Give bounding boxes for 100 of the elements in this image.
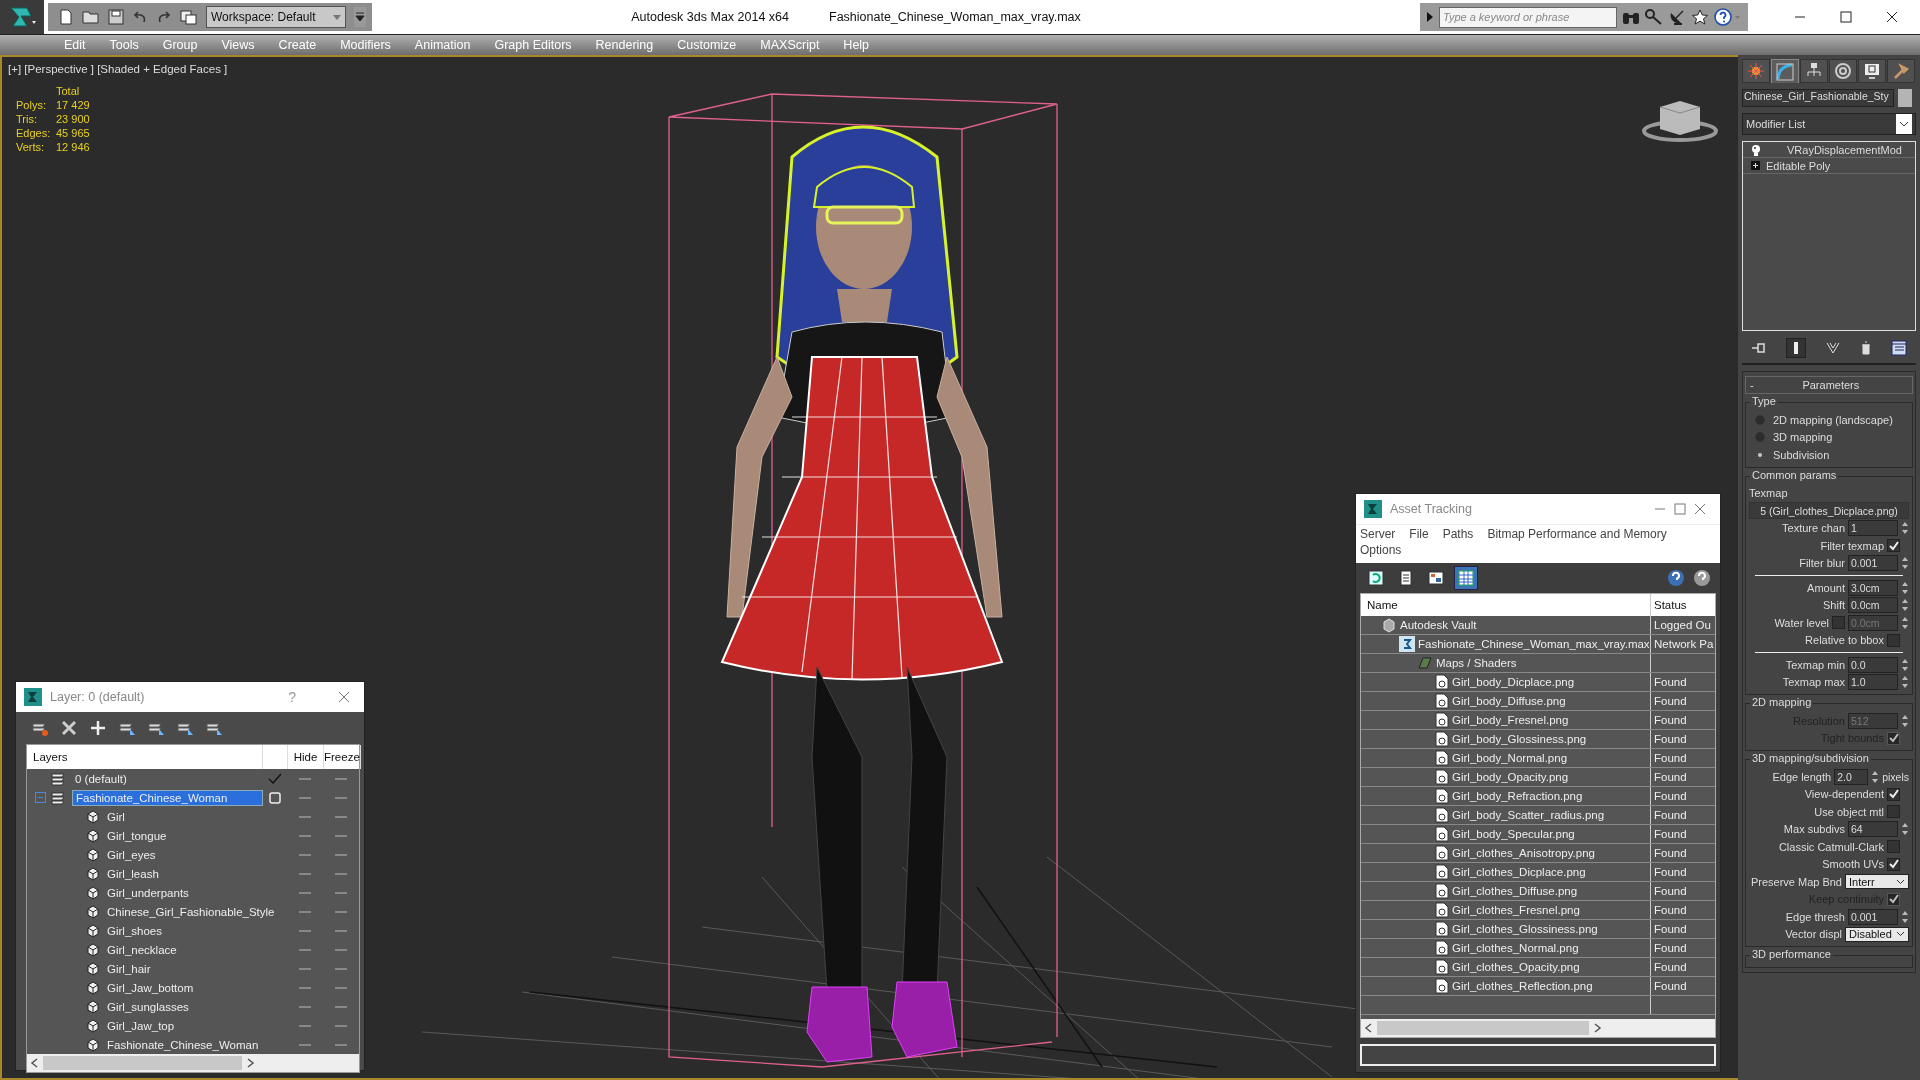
checkbox[interactable] — [1887, 787, 1900, 801]
object-name[interactable]: Girl_shoes — [104, 923, 165, 938]
object-name[interactable]: Girl_hair — [104, 961, 154, 976]
spinner-field[interactable]: 3.0cm — [1848, 579, 1898, 596]
rollout-header[interactable]: - Parameters — [1745, 376, 1913, 394]
checkbox[interactable] — [1887, 539, 1900, 553]
asset-name[interactable]: Girl_body_Glossiness.png — [1452, 733, 1587, 745]
horizontal-scrollbar[interactable] — [1361, 1019, 1715, 1037]
asset-name[interactable]: Maps / Shaders — [1436, 657, 1517, 669]
dropdown[interactable]: Disabled — [1845, 926, 1909, 942]
asset-name[interactable]: Girl_body_Diffuse.png — [1452, 695, 1566, 707]
trash-icon[interactable] — [1859, 341, 1872, 355]
menu-item[interactable]: Options — [1360, 543, 1402, 557]
hide-toggle[interactable] — [298, 853, 311, 856]
asset-name[interactable]: Autodesk Vault — [1400, 619, 1477, 631]
current-layer-toggle-icon[interactable] — [269, 791, 281, 804]
asset-name[interactable]: Girl_clothes_Opacity.png — [1452, 961, 1580, 973]
checkbox-label[interactable]: Smooth UVs — [1822, 858, 1884, 871]
radio-label[interactable]: Subdivision — [1773, 448, 1830, 461]
freeze-toggle[interactable] — [334, 834, 347, 837]
radio-label[interactable]: 2D mapping (landscape) — [1773, 413, 1893, 426]
freeze-toggle[interactable] — [334, 815, 347, 818]
hierarchy-tab[interactable] — [1800, 59, 1828, 83]
freeze-toggle[interactable] — [334, 891, 347, 894]
search-field[interactable]: Type a keyword or phrase — [1439, 6, 1617, 28]
spinner-field[interactable]: 0.0cm — [1848, 597, 1898, 614]
object-name[interactable]: Girl_necklace — [104, 942, 180, 957]
modifier-name[interactable]: VRayDisplacementMod — [1787, 143, 1902, 156]
object-color-swatch[interactable] — [1898, 89, 1912, 107]
asset-name[interactable]: Girl_body_Fresnel.png — [1452, 714, 1569, 726]
checkbox-label[interactable]: Classic Catmull-Clark — [1778, 840, 1884, 853]
delete-icon[interactable] — [59, 718, 79, 738]
layer-name[interactable]: 0 (default) — [72, 771, 130, 786]
checkbox-label[interactable]: Use object mtl — [1814, 805, 1884, 818]
hide-toggle[interactable] — [298, 1024, 311, 1027]
project-folder-icon[interactable] — [180, 9, 198, 25]
menu-item[interactable]: File — [1409, 527, 1429, 541]
hide-toggle[interactable] — [298, 929, 311, 932]
checkbox[interactable] — [1887, 857, 1900, 871]
column-header[interactable]: Freeze — [324, 745, 361, 769]
hide-toggle[interactable] — [298, 986, 311, 989]
object-name[interactable]: Girl_underpants — [104, 885, 192, 900]
asset-name[interactable]: Girl_body_Dicplace.png — [1452, 676, 1575, 688]
satellite-dish-icon[interactable] — [1668, 9, 1686, 25]
asset-name[interactable]: Girl_body_Normal.png — [1452, 752, 1568, 764]
hide-toggle[interactable] — [298, 910, 311, 913]
spinner-field[interactable]: 64 — [1848, 821, 1898, 838]
freeze-toggle[interactable] — [334, 853, 347, 856]
hide-toggle[interactable] — [298, 967, 311, 970]
freeze-toggle[interactable] — [334, 948, 347, 951]
hide-toggle[interactable] — [298, 834, 311, 837]
freeze-toggle[interactable] — [334, 1005, 347, 1008]
hide-toggle[interactable] — [298, 796, 311, 799]
freeze-toggle[interactable] — [334, 872, 347, 875]
hide-toggle[interactable] — [298, 815, 311, 818]
light-bulb-icon[interactable] — [1751, 143, 1761, 156]
new-file-icon[interactable] — [58, 9, 74, 25]
maximize-icon[interactable] — [1840, 11, 1852, 23]
add-icon[interactable] — [88, 718, 108, 738]
checkbox[interactable] — [1887, 840, 1900, 854]
horizontal-scrollbar[interactable] — [27, 1054, 359, 1072]
make-unique-icon[interactable] — [1825, 341, 1841, 355]
checkbox[interactable] — [1887, 805, 1900, 819]
app-menu-button[interactable] — [0, 0, 44, 34]
pin-icon[interactable] — [1751, 341, 1768, 355]
object-name[interactable]: Chinese_Girl_Fashionable_Style — [104, 904, 278, 919]
viewport-label[interactable]: [+] [Perspective ] [Shaded + Edged Faces ] — [8, 63, 228, 75]
grid-view-button[interactable] — [1454, 566, 1478, 590]
checkbox-label[interactable]: View-dependent — [1804, 788, 1884, 801]
column-header[interactable]: Status — [1651, 594, 1715, 616]
radio-button[interactable] — [1755, 414, 1765, 425]
configure-sets-icon[interactable] — [1890, 340, 1907, 356]
motion-tab[interactable] — [1829, 59, 1857, 83]
spinner-field[interactable]: 1.0 — [1848, 674, 1898, 691]
layer-name[interactable]: Fashionate_Chinese_Woman — [72, 789, 263, 806]
modifier-list-dropdown[interactable]: Modifier List — [1742, 113, 1916, 135]
texmap-button[interactable]: 5 (Girl_clothes_Dicplace.png) — [1749, 502, 1909, 520]
freeze-toggle[interactable] — [334, 1024, 347, 1027]
modifier-name[interactable]: Editable Poly — [1766, 159, 1831, 172]
radio-button[interactable] — [1755, 432, 1765, 443]
asset-name[interactable]: Girl_clothes_Normal.png — [1452, 942, 1579, 954]
object-name[interactable]: Girl_Jaw_bottom — [104, 980, 197, 995]
freeze-toggle[interactable] — [334, 796, 347, 799]
radio-button[interactable] — [1755, 449, 1765, 460]
asset-name[interactable]: Girl_body_Opacity.png — [1452, 771, 1569, 783]
create-tab[interactable] — [1742, 59, 1770, 83]
close-icon[interactable] — [1886, 11, 1898, 23]
radio-label[interactable]: 3D mapping — [1773, 431, 1833, 444]
hide-toggle[interactable] — [298, 1043, 311, 1046]
save-icon[interactable] — [108, 9, 124, 25]
asset-name[interactable]: Girl_clothes_Fresnel.png — [1452, 904, 1580, 916]
undo-icon[interactable] — [132, 9, 148, 25]
collapse-toggle[interactable]: - — [1750, 379, 1754, 391]
object-name[interactable]: Fashionate_Chinese_Woman — [104, 1037, 262, 1052]
checkbox-label[interactable]: Relative to bbox — [1805, 634, 1884, 647]
asset-name[interactable]: Girl_clothes_Diffuse.png — [1452, 885, 1578, 897]
menu-item[interactable]: Server — [1360, 527, 1396, 541]
spinner-field[interactable]: 0.001 — [1848, 908, 1898, 925]
hide-toggle[interactable] — [298, 872, 311, 875]
help-icon[interactable] — [1714, 8, 1742, 26]
